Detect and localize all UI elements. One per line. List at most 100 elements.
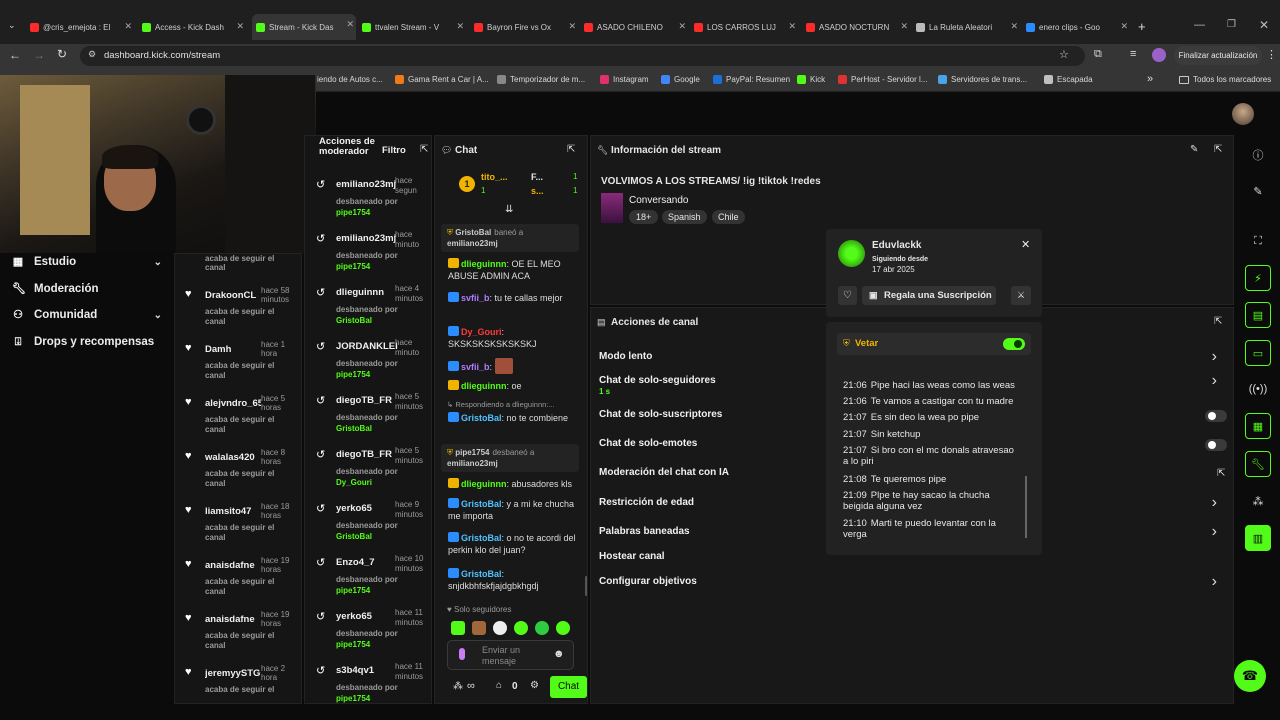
mod-target-name[interactable]: emiliano23mj [336,179,398,190]
top-gifters[interactable]: 1 tito_... 1 F... 1 s... 1 [459,172,579,202]
sys-target[interactable]: emiliano23mj [447,239,498,248]
minimize-icon[interactable]: — [1194,19,1205,31]
tab-close-icon[interactable]: ✕ [1010,21,1018,32]
mod-action-row[interactable]: ↺ s3b4qv1 hace 11 minutos desbaneado por pip… [305,662,431,703]
sidebar-item-drops[interactable]: ⍗ Drops y recompensas [12,336,154,348]
chat-username[interactable]: GristoBal [461,499,502,509]
close-icon[interactable]: ✕ [1021,238,1030,251]
category-name[interactable]: Conversando [629,195,688,206]
tab-close-icon[interactable]: ✕ [568,21,576,32]
chat-username[interactable]: dlieguinnn [461,381,507,391]
follower-name[interactable]: liamsito47 [205,506,261,517]
follower-name[interactable]: DrakoonCL [205,290,261,301]
bookmark-star-icon[interactable]: ☆ [1059,48,1069,61]
browser-tab[interactable]: Bayron Fire vs Ox ✕ [474,16,578,38]
browser-tab[interactable]: ttvalen Stream - V ✕ [362,16,466,38]
reply-indicator[interactable]: ↳ Respondiendo a dlieguinnn:... [447,400,581,409]
browser-tab[interactable]: enero clips - Goo ✕ [1026,16,1130,38]
follower-row[interactable]: ♥ anaisdafne hace 19 horas acaba de seguir … [175,554,301,608]
mod-action-by[interactable]: Dy_Gouri [336,478,372,487]
mod-target-name[interactable]: diegoTB_FR [336,395,398,406]
external-link-icon[interactable]: ⇱ [1217,468,1225,479]
bookmark-item[interactable]: Servidores de trans... [938,75,1027,84]
lightning-icon[interactable]: ⚡︎ [1245,265,1271,291]
close-window-icon[interactable]: ✕ [1259,18,1269,32]
browser-tab[interactable]: LOS CARROS LUJ ✕ [694,16,798,38]
mod-action-by[interactable]: pipe1754 [336,208,370,217]
bookmark-item[interactable]: Gama Rent a Car | A... [395,75,489,84]
follower-row[interactable]: ♥ DrakoonCL hace 58 minutos acaba de seguir… [175,284,301,338]
mod-target-name[interactable]: s3b4qv1 [336,665,398,676]
chat-message[interactable]: GristoBal: no te combiene [448,412,582,424]
chat-settings-icon[interactable]: ⚙ [530,680,539,691]
sys-target[interactable]: emiliano23mj [447,459,498,468]
notes-icon[interactable]: ▤ [1245,302,1271,328]
history-scrollbar[interactable] [1025,476,1027,538]
emote-icon[interactable] [514,621,528,635]
bookmark-item[interactable]: Kick [797,75,825,84]
profile-avatar[interactable] [1152,48,1166,62]
browser-tab[interactable]: ASADO CHILENO ✕ [584,16,688,38]
chat-popout-icon[interactable]: ⇱ [567,144,575,155]
mod-target-name[interactable]: Enzo4_7 [336,557,398,568]
mod-action-row[interactable]: ↺ diegoTB_FR hace 5 minutos desbaneado por D… [305,446,431,500]
mic-icon[interactable] [459,648,465,660]
extensions-icon[interactable]: ⧉ [1094,48,1102,61]
chat-message[interactable]: GristoBal: o no te acordi del perkin klo… [448,532,582,556]
new-tab-button[interactable]: + [1138,19,1146,34]
follower-name[interactable]: anaisdafne [205,614,261,625]
scroll-down-icon[interactable]: ⇊ [505,204,513,215]
message-input[interactable]: Enviar un mensaje ☻ [447,640,574,670]
follower-row[interactable]: ♥ anaisdafne hace 19 horas acaba de seguir … [175,608,301,662]
site-info-icon[interactable]: ⚙ [88,49,96,60]
chat-username[interactable]: Dy_Gouri [461,327,502,337]
mod-action-row[interactable]: ↺ diegoTB_FR hace 5 minutos desbaneado por G… [305,392,431,446]
emote-icon[interactable] [472,621,486,635]
chat-icon[interactable]: ▭ [1245,340,1271,366]
emote-icon[interactable] [451,621,465,635]
chat-message[interactable]: GristoBal: snjdkbhfskfjajdgbkhgdj [448,568,582,592]
chat-message[interactable]: svfii_b: [448,358,582,374]
bookmark-item[interactable]: Instagram [600,75,649,84]
chat-message[interactable]: GristoBal: y a mi ke chucha me importa [448,498,582,522]
follower-row[interactable]: ♥ liamsito47 hace 18 horas acaba de seguir … [175,500,301,554]
send-chat-button[interactable]: Chat [550,676,587,698]
follower-name[interactable]: jeremyySTGOO [205,668,261,679]
tag-pill[interactable]: Spanish [662,210,707,224]
all-bookmarks-item[interactable]: Todos los marcadores [1179,75,1271,84]
chat-username[interactable]: svfii_b [461,293,490,303]
browser-tab[interactable]: Stream - Kick Das ✕ [252,14,356,40]
vip-toggle[interactable] [1003,338,1025,350]
tab-close-icon[interactable]: ✕ [900,21,908,32]
info-popout-icon[interactable]: ⇱ [1214,144,1222,155]
tab-close-icon[interactable]: ✕ [346,19,354,30]
back-icon[interactable]: ← [9,48,21,62]
tab-close-icon[interactable]: ✕ [1120,21,1128,32]
bookmark-item[interactable]: Escapada [1044,75,1093,84]
browser-tab[interactable]: Access - Kick Dash ✕ [142,16,246,38]
sidebar-item-community[interactable]: ⚇ Comunidad ⌄ [12,309,162,321]
mod-action-by[interactable]: GristoBal [336,316,372,325]
tab-close-icon[interactable]: ✕ [456,21,464,32]
follower-name[interactable]: alejvndro_65 [205,398,261,409]
mod-target-name[interactable]: emiliano23mj [336,233,398,244]
mod-action-by[interactable]: pipe1754 [336,640,370,649]
moderation-log-icon[interactable]: ▦ [1245,413,1271,439]
bookmark-item[interactable]: PayPal: Resumen [713,75,790,84]
chat-message[interactable]: dlieguinnn: oe [448,380,582,392]
channel-action-row[interactable]: Configurar objetivos › [591,573,1231,596]
mod-action-row[interactable]: ↺ emiliano23mj hace segun desbaneado por pip… [305,176,431,230]
popout-icon[interactable]: ⇱ [420,144,428,155]
mod-action-by[interactable]: pipe1754 [336,694,370,703]
chat-message[interactable]: dlieguinnn: OE EL MEO ABUSE ADMIN ACA [448,258,582,282]
media-icon[interactable]: ≡ [1130,48,1136,60]
edit-icon[interactable]: ✎ [1190,144,1198,155]
tab-close-icon[interactable]: ✕ [236,21,244,32]
chat-message[interactable]: svfii_b: tu te callas mejor [448,292,582,304]
channel-action-toggle[interactable] [1205,410,1227,422]
browser-tab[interactable]: La Ruleta Aleatori ✕ [916,16,1020,38]
tab-close-icon[interactable]: ✕ [124,21,132,32]
bookmark-item[interactable]: Temporizador de m... [497,75,585,84]
bookmarks-overflow[interactable]: » [1147,73,1153,85]
browser-menu-icon[interactable]: ⋮ [1266,48,1277,61]
